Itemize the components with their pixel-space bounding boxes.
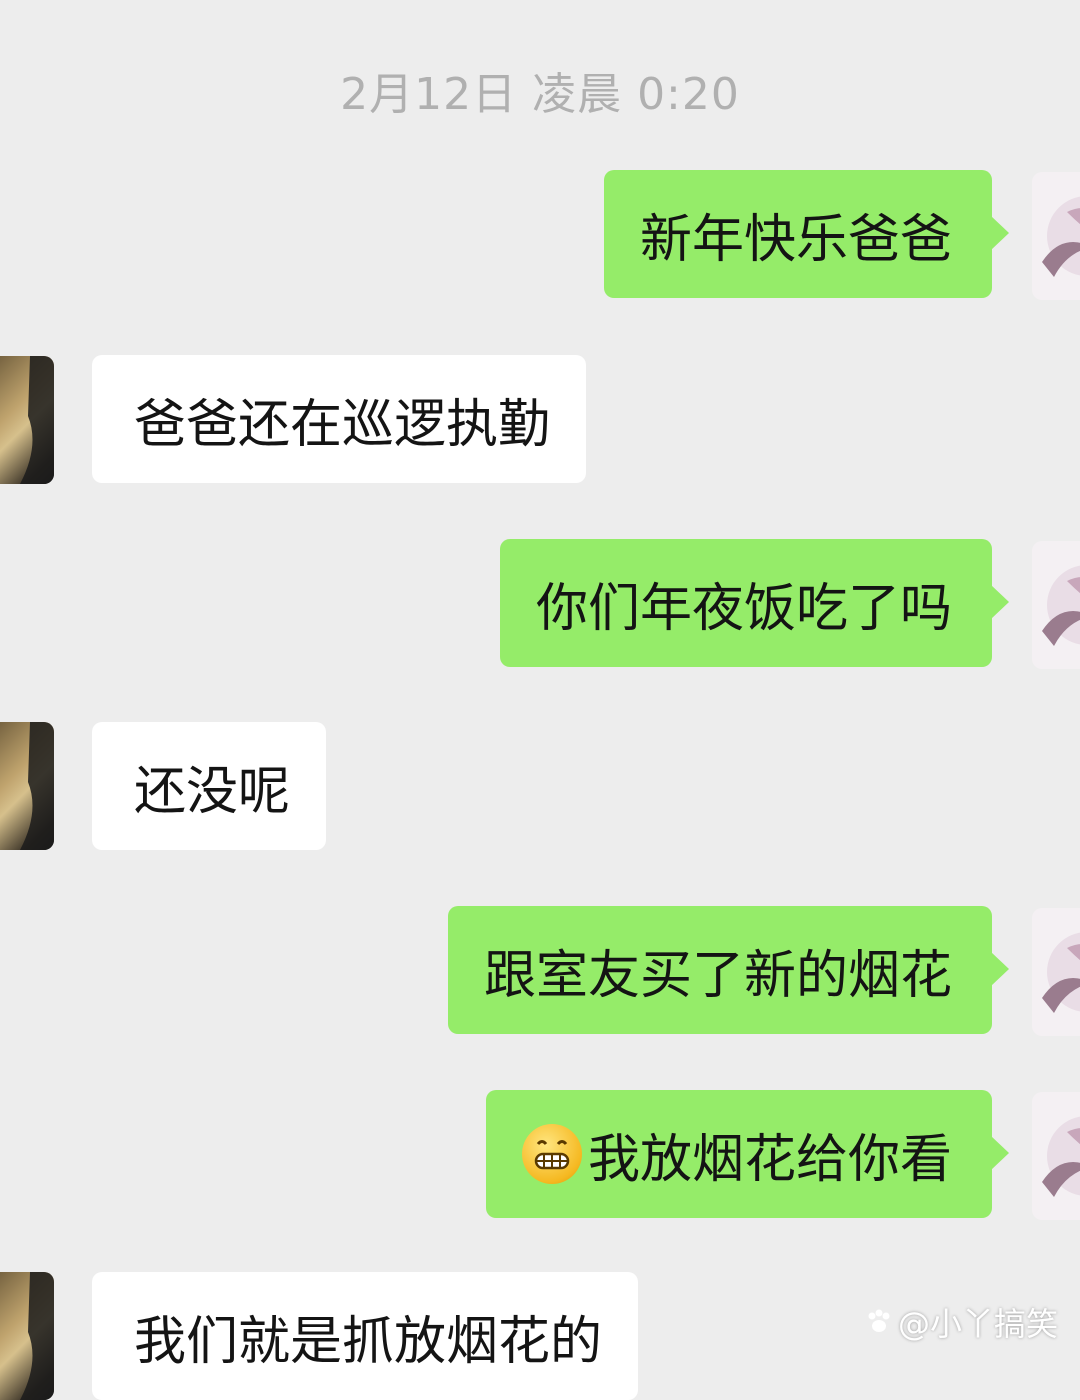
paw-icon (868, 1309, 890, 1332)
avatar-self[interactable] (1032, 908, 1080, 1036)
avatar-self-icon (1042, 1116, 1080, 1197)
message-bubble-outgoing[interactable]: 你们年夜饭吃了吗 (499, 539, 1010, 667)
message-text: 我放烟花给你看 (587, 1129, 952, 1190)
message-bubble-outgoing[interactable]: 跟室友买了新的烟花 (447, 906, 1010, 1034)
message-bubble-incoming[interactable]: 我们就是抓放烟花的 (92, 1272, 639, 1400)
avatar-other[interactable] (0, 356, 54, 484)
avatar-other[interactable] (0, 1272, 54, 1400)
avatar-other-icon (20, 356, 54, 484)
watermark: @小丫搞笑 (864, 1299, 1058, 1345)
chat-timestamp: 2月12日 凌晨 0:20 (340, 69, 740, 120)
message-bubble-outgoing[interactable]: 新年快乐爸爸 (603, 170, 1010, 298)
grinning-face-icon (521, 1124, 582, 1184)
avatar-self[interactable] (1032, 541, 1080, 669)
watermark-text: @小丫搞笑 (897, 1305, 1058, 1343)
avatar-self-icon (1042, 565, 1080, 646)
message-text: 新年快乐爸爸 (639, 209, 952, 270)
avatar-self-icon (1042, 196, 1080, 277)
avatar-other-icon (20, 722, 54, 850)
avatar-self[interactable] (1032, 1092, 1080, 1220)
avatar-self[interactable] (1032, 172, 1080, 300)
message-bubble-incoming[interactable]: 还没呢 (92, 722, 327, 850)
message-bubble-incoming[interactable]: 爸爸还在巡逻执勤 (92, 355, 587, 483)
avatar-self-icon (1042, 932, 1080, 1013)
message-text: 我们就是抓放烟花的 (134, 1311, 603, 1372)
message-text: 跟室友买了新的烟花 (483, 945, 952, 1006)
message-text: 还没呢 (134, 761, 291, 822)
avatar-other-icon (20, 1272, 54, 1400)
message-text: 你们年夜饭吃了吗 (535, 578, 952, 639)
avatar-other[interactable] (0, 722, 54, 850)
message-bubble-outgoing[interactable]: 我放烟花给你看 (485, 1090, 1010, 1218)
message-text: 爸爸还在巡逻执勤 (134, 394, 551, 455)
